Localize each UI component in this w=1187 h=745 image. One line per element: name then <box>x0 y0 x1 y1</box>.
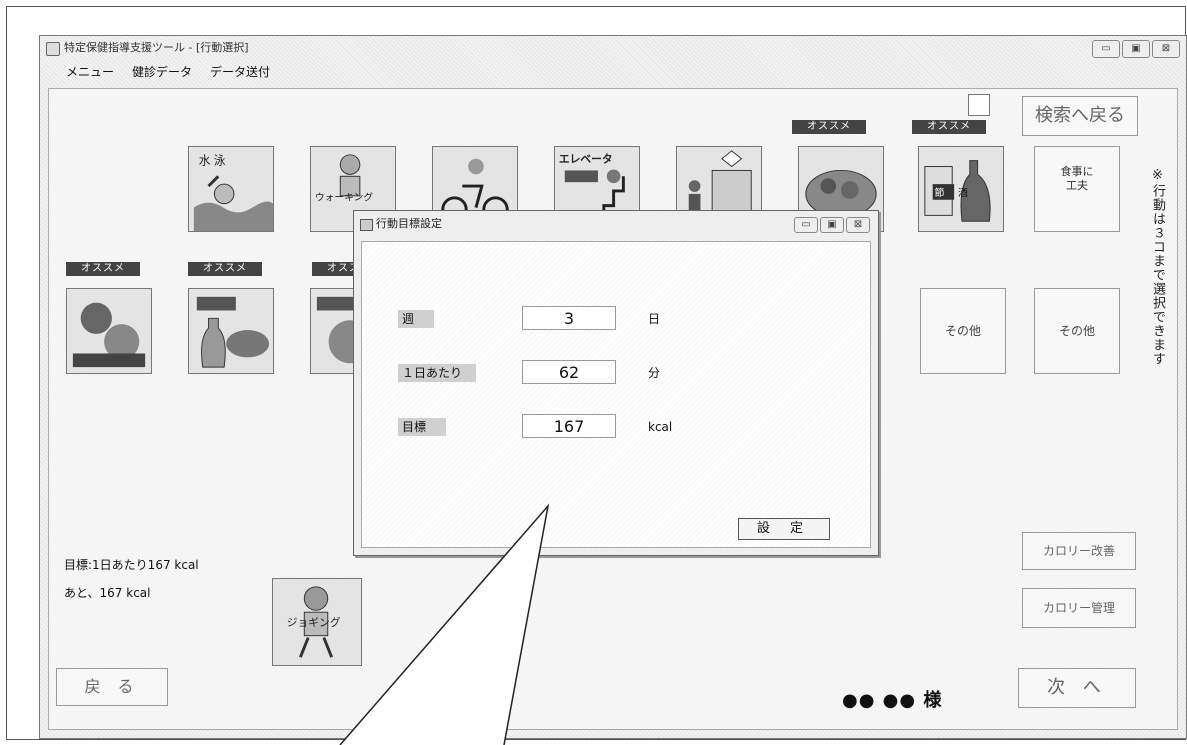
window-controls: ▭ ▣ ⊠ <box>1092 40 1180 58</box>
dialog-minimize-button[interactable]: ▭ <box>794 217 818 233</box>
svg-text:酒: 酒 <box>958 187 968 199</box>
dialog-controls: ▭ ▣ ⊠ <box>794 217 870 233</box>
maximize-button[interactable]: ▣ <box>1122 40 1150 58</box>
set-button[interactable]: 設 定 <box>738 518 830 540</box>
minimize-button[interactable]: ▭ <box>1092 40 1120 58</box>
next-button[interactable]: 次 へ <box>1018 668 1136 708</box>
target-kcal-input[interactable]: 167 <box>522 414 616 438</box>
menu-item-data-send[interactable]: データ送付 <box>210 62 270 82</box>
meal-improve-button[interactable]: 食事に 工夫 <box>1034 146 1120 232</box>
target-unit: kcal <box>648 420 673 434</box>
beer-icon: 節酒 <box>919 147 1003 231</box>
activity-tile-drink[interactable] <box>188 288 274 374</box>
target-label: 目標 <box>398 418 446 436</box>
dialog-maximize-button[interactable]: ▣ <box>820 217 844 233</box>
calorie-ranking-button[interactable]: カロリー改善 <box>1022 532 1136 570</box>
close-button[interactable]: ⊠ <box>1152 40 1180 58</box>
drink-icon <box>189 289 273 373</box>
activity-tile-alcohol[interactable]: 節酒 <box>918 146 1004 232</box>
app-icon <box>46 42 60 56</box>
activity-tile-swim[interactable]: 水 泳 <box>188 146 274 232</box>
dialog-body: 週 3 日 １日あたり 62 分 目標 167 kcal 設 定 <box>361 241 871 548</box>
other-button-2[interactable]: その他 <box>1034 288 1120 374</box>
goal-setting-dialog: 行動目標設定 ▭ ▣ ⊠ 週 3 日 １日あたり 62 分 目標 167 kca… <box>353 210 879 556</box>
per-day-label: １日あたり <box>398 364 476 382</box>
swimmer-icon: 水 泳 <box>189 147 273 231</box>
svg-text:ウォーキング: ウォーキング <box>315 191 373 204</box>
per-day-minutes-input[interactable]: 62 <box>522 360 616 384</box>
remaining-status: あと、167 kcal <box>64 586 151 600</box>
activity-tile-snack[interactable] <box>66 288 152 374</box>
window-title: 特定保健指導支援ツール - [行動選択] <box>64 41 249 54</box>
week-days-input[interactable]: 3 <box>522 306 616 330</box>
dialog-title: 行動目標設定 <box>376 217 442 230</box>
week-unit: 日 <box>648 312 661 326</box>
back-button[interactable]: 戻 る <box>56 668 168 706</box>
selection-note: ※行動は３コまで選択できます <box>1150 168 1165 366</box>
search-back-button[interactable]: 検索へ戻る <box>1022 96 1138 136</box>
calorie-manage-button[interactable]: カロリー管理 <box>1022 588 1136 628</box>
title-bar: 特定保健指導支援ツール - [行動選択] ▭ ▣ ⊠ <box>40 36 1186 60</box>
dialog-app-icon <box>360 219 373 231</box>
svg-text:ジョギング: ジョギング <box>287 616 341 629</box>
week-label: 週 <box>398 310 434 328</box>
recommend-badge: オススメ <box>188 262 262 276</box>
dialog-close-button[interactable]: ⊠ <box>846 217 870 233</box>
svg-text:節: 節 <box>935 186 945 199</box>
target-status: 目標:1日あたり167 kcal <box>64 558 199 572</box>
user-name: ●● ●● 様 <box>842 690 943 711</box>
recommend-badge: オススメ <box>912 120 986 134</box>
other-button-1[interactable]: その他 <box>920 288 1006 374</box>
checkbox[interactable] <box>968 94 990 116</box>
menu-item-checkup-data[interactable]: 健診データ <box>132 62 192 82</box>
recommend-badge: オススメ <box>792 120 866 134</box>
svg-text:エレベータ: エレベータ <box>559 154 613 166</box>
svg-text:水 泳: 水 泳 <box>199 154 226 168</box>
activity-tile-jogging[interactable]: ジョギング <box>272 578 362 666</box>
jogging-icon: ジョギング <box>273 579 361 665</box>
recommend-badge: オススメ <box>66 262 140 276</box>
meal-improve-label: 食事に 工夫 <box>1060 165 1094 192</box>
per-day-unit: 分 <box>648 366 661 380</box>
snack-icon <box>67 289 151 373</box>
menu-item-menu[interactable]: メニュー <box>66 62 114 82</box>
menu-bar: メニュー 健診データ データ送付 <box>40 62 270 82</box>
dialog-title-bar: 行動目標設定 ▭ ▣ ⊠ <box>354 211 878 237</box>
